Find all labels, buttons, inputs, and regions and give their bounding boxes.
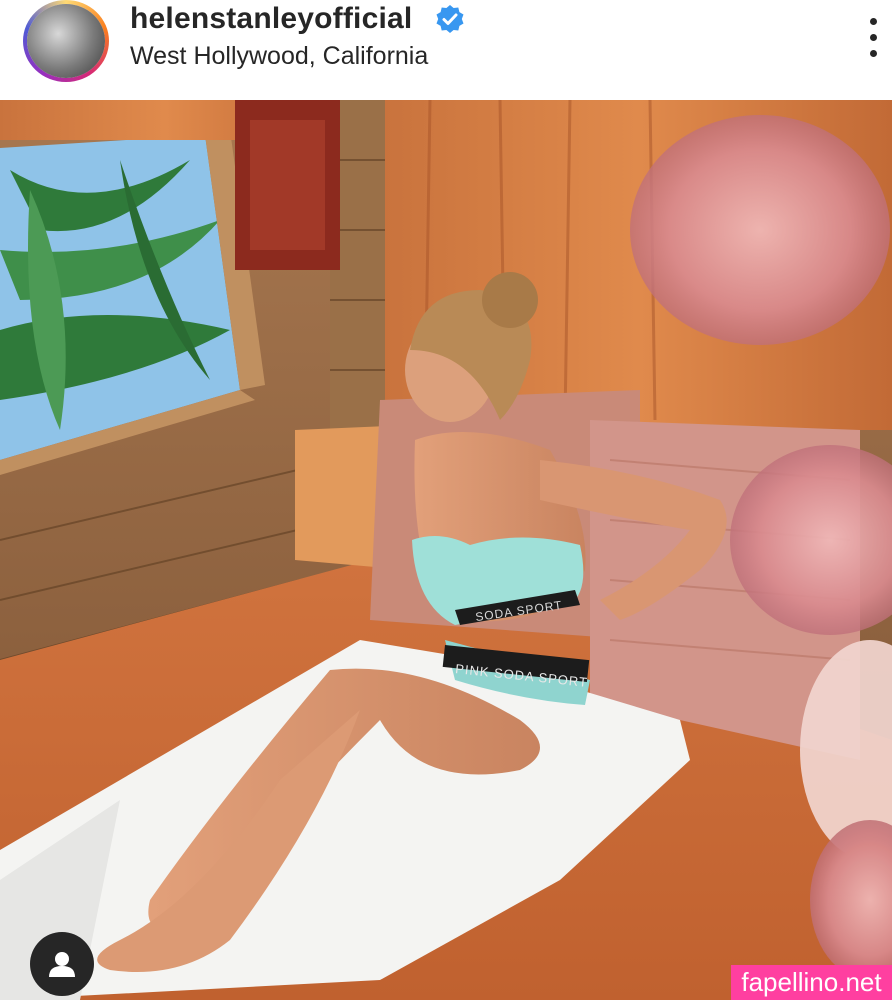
post-header: helenstanleyofficial West Hollywood, Cal… — [0, 0, 892, 100]
photo-illustration — [0, 100, 892, 1000]
site-watermark: fapellino.net — [731, 965, 892, 1000]
more-options-icon[interactable] — [864, 16, 884, 60]
username-link[interactable]: helenstanleyofficial — [130, 2, 412, 36]
post-photo[interactable]: SODA SPORT PINK SODA SPORT — [0, 100, 892, 1000]
avatar — [27, 4, 105, 78]
story-avatar[interactable] — [23, 0, 109, 82]
location-link[interactable]: West Hollywood, California — [130, 42, 428, 71]
user-tag-icon[interactable] — [30, 932, 94, 996]
verified-badge-icon — [436, 5, 464, 33]
